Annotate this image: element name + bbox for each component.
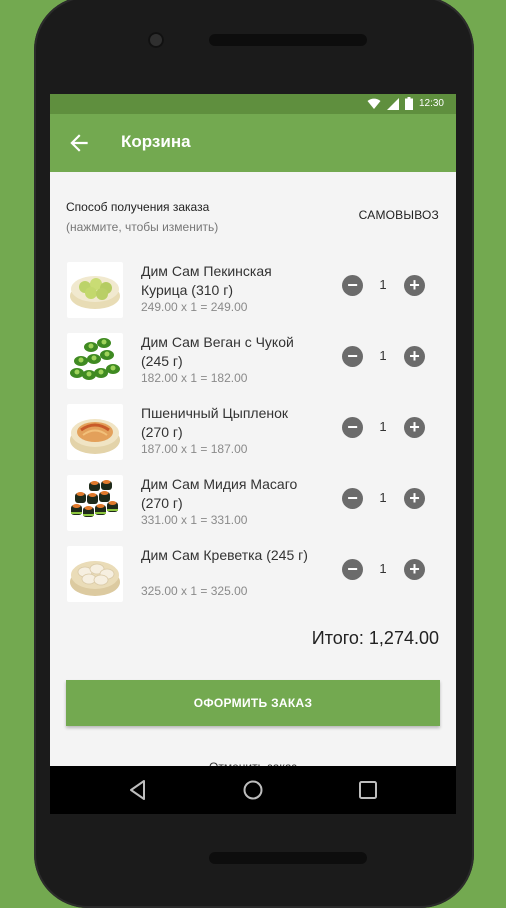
front-camera: [148, 32, 164, 48]
item-price: 182.00 x 1 = 182.00: [141, 371, 248, 385]
plus-icon[interactable]: +: [404, 346, 425, 367]
battery-icon: [404, 97, 413, 110]
cart-content: Способ получения заказа (нажмите, чтобы …: [50, 172, 456, 774]
triangle-back-icon[interactable]: [126, 778, 150, 802]
item-image: [67, 333, 123, 389]
order-total: Итого: 1,274.00: [311, 628, 439, 648]
delivery-method-hint: (нажмите, чтобы изменить): [66, 220, 219, 234]
minus-icon[interactable]: −: [342, 346, 363, 367]
cart-item: Дим Сам Мидия Масаго (270 г) 331.00 x 1 …: [50, 475, 456, 537]
item-name: Дим Сам Креветка (245 г): [141, 547, 308, 563]
item-name: Дим Сам Веган с Чукой (245 г): [141, 334, 294, 369]
signal-icon: [386, 97, 399, 110]
cart-item: Дим Сам Пекинская Курица (310 г) 249.00 …: [50, 262, 456, 324]
plus-icon[interactable]: +: [404, 275, 425, 296]
minus-icon[interactable]: −: [342, 559, 363, 580]
item-image: [67, 404, 123, 460]
cart-item: Пшеничный Цыпленок (270 г) 187.00 x 1 = …: [50, 404, 456, 466]
delivery-method-label: Способ получения заказа: [66, 200, 210, 214]
circle-home-icon[interactable]: [241, 778, 265, 802]
item-quantity: 1: [379, 419, 387, 434]
plus-icon[interactable]: +: [404, 559, 425, 580]
delivery-method-value[interactable]: САМОВЫВОЗ: [359, 208, 439, 222]
arrow-left-icon[interactable]: [66, 130, 92, 156]
item-quantity: 1: [379, 277, 387, 292]
plus-icon[interactable]: +: [404, 417, 425, 438]
app-screen: 12:30 Корзина Способ получения заказа (н…: [50, 94, 456, 814]
status-bar: 12:30: [50, 94, 456, 114]
page-title: Корзина: [121, 132, 191, 151]
status-icons: 12:30: [367, 97, 444, 110]
square-recent-icon[interactable]: [356, 778, 380, 802]
item-image: [67, 546, 123, 602]
minus-icon[interactable]: −: [342, 275, 363, 296]
item-price: 187.00 x 1 = 187.00: [141, 442, 248, 456]
item-price: 325.00 x 1 = 325.00: [141, 584, 248, 598]
minus-icon[interactable]: −: [342, 488, 363, 509]
plus-icon[interactable]: +: [404, 488, 425, 509]
status-time: 12:30: [418, 98, 444, 109]
checkout-button[interactable]: ОФОРМИТЬ ЗАКАЗ: [66, 680, 440, 726]
item-image: [67, 262, 123, 318]
item-quantity: 1: [379, 348, 387, 363]
top-speaker: [209, 34, 367, 46]
item-price: 249.00 x 1 = 249.00: [141, 300, 248, 314]
minus-icon[interactable]: −: [342, 417, 363, 438]
item-name: Дим Сам Пекинская Курица (310 г): [141, 263, 272, 298]
item-name: Пшеничный Цыпленок (270 г): [141, 405, 289, 440]
item-quantity: 1: [379, 561, 387, 576]
android-nav-bar: [50, 766, 456, 814]
app-toolbar: Корзина: [50, 114, 456, 172]
cart-item: Дим Сам Веган с Чукой (245 г) 182.00 x 1…: [50, 333, 456, 395]
wifi-icon: [367, 98, 381, 109]
item-name: Дим Сам Мидия Масаго (270 г): [141, 476, 298, 511]
item-quantity: 1: [379, 490, 387, 505]
item-image: [67, 475, 123, 531]
bottom-speaker: [209, 852, 367, 864]
cart-item: Дим Сам Креветка (245 г) 325.00 x 1 = 32…: [50, 546, 456, 608]
item-price: 331.00 x 1 = 331.00: [141, 513, 248, 527]
